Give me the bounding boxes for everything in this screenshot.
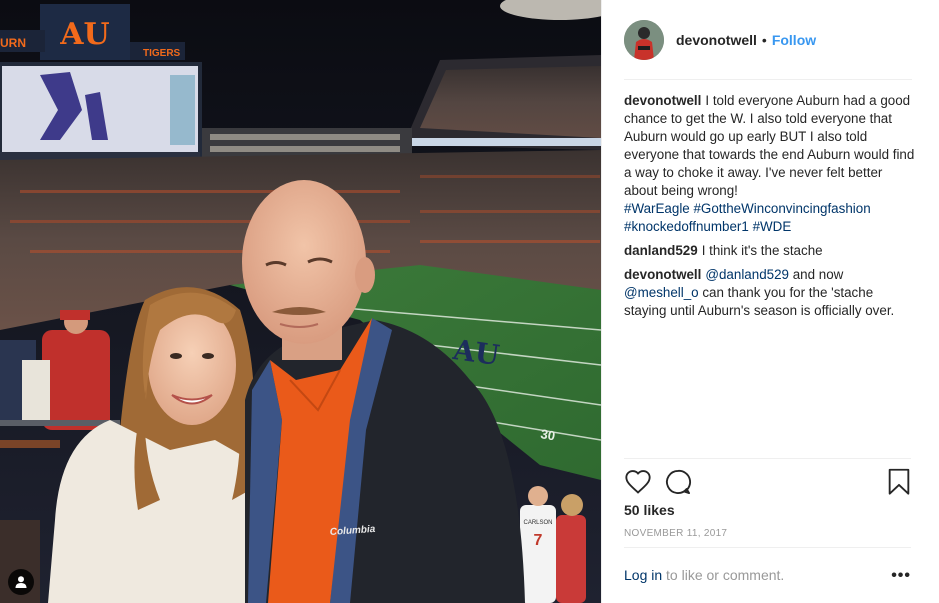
jersey-number: 7 bbox=[534, 532, 543, 549]
tagged-user-icon[interactable] bbox=[8, 569, 34, 595]
bookmark-icon[interactable] bbox=[887, 468, 911, 496]
post-photo[interactable]: AU URN TIGERS AU 30 7 CARLSON Columbia bbox=[0, 0, 601, 603]
likes-count[interactable]: 50 likes bbox=[624, 502, 675, 518]
comment-text: and now bbox=[788, 267, 844, 282]
comment-text: I told everyone Auburn had a good chance… bbox=[624, 93, 915, 198]
scoreboard-logo: AU bbox=[59, 17, 109, 52]
caption-comment: devonotwell I told everyone Auburn had a … bbox=[624, 92, 916, 236]
hashtag-link[interactable]: #WDE bbox=[753, 219, 792, 234]
scoreboard-left-text: URN bbox=[0, 36, 26, 50]
scoreboard-right-text: TIGERS bbox=[143, 48, 181, 59]
hashtag-link[interactable]: #GottheWinconvincingfashion bbox=[693, 201, 870, 216]
post-details-panel: devonotwell • Follow devonotwell I told e… bbox=[601, 0, 939, 603]
post-header: devonotwell • Follow bbox=[602, 0, 939, 80]
login-prompt: Log in to like or comment. bbox=[624, 567, 784, 583]
mention-link[interactable]: @danland529 bbox=[705, 267, 789, 282]
comment-username[interactable]: devonotwell bbox=[624, 93, 701, 108]
jersey-name: CARLSON bbox=[523, 520, 552, 526]
avatar[interactable] bbox=[624, 20, 664, 60]
comment-username[interactable]: devonotwell bbox=[624, 267, 701, 282]
stadium-photo: AU URN TIGERS AU 30 7 CARLSON Columbia bbox=[0, 0, 601, 603]
comment-text: I think it's the stache bbox=[701, 243, 823, 258]
header-divider bbox=[624, 79, 912, 80]
action-bar bbox=[624, 466, 911, 498]
author-username[interactable]: devonotwell bbox=[676, 32, 757, 48]
hashtag-link[interactable]: #knockedoffnumber1 bbox=[624, 219, 749, 234]
field-yard-number: 30 bbox=[539, 426, 556, 443]
more-options-icon[interactable]: ••• bbox=[891, 567, 911, 585]
actions-divider bbox=[624, 458, 911, 459]
header-separator: • bbox=[761, 32, 767, 48]
comment-username[interactable]: danland529 bbox=[624, 243, 698, 258]
login-prompt-text: to like or comment. bbox=[662, 567, 785, 583]
heart-icon[interactable] bbox=[624, 468, 652, 496]
login-link[interactable]: Log in bbox=[624, 567, 662, 583]
mention-link[interactable]: @meshell_o bbox=[624, 285, 699, 300]
comments-list: devonotwell I told everyone Auburn had a … bbox=[624, 92, 916, 326]
comment-item: danland529 I think it's the stache bbox=[624, 242, 916, 260]
follow-button[interactable]: Follow bbox=[772, 32, 816, 48]
comment-icon[interactable] bbox=[664, 468, 692, 496]
hashtag-link[interactable]: #WarEagle bbox=[624, 201, 690, 216]
post-date[interactable]: NOVEMBER 11, 2017 bbox=[624, 528, 727, 539]
comment-item: devonotwell @danland529 and now @meshell_… bbox=[624, 266, 916, 320]
footer-divider bbox=[624, 547, 911, 548]
